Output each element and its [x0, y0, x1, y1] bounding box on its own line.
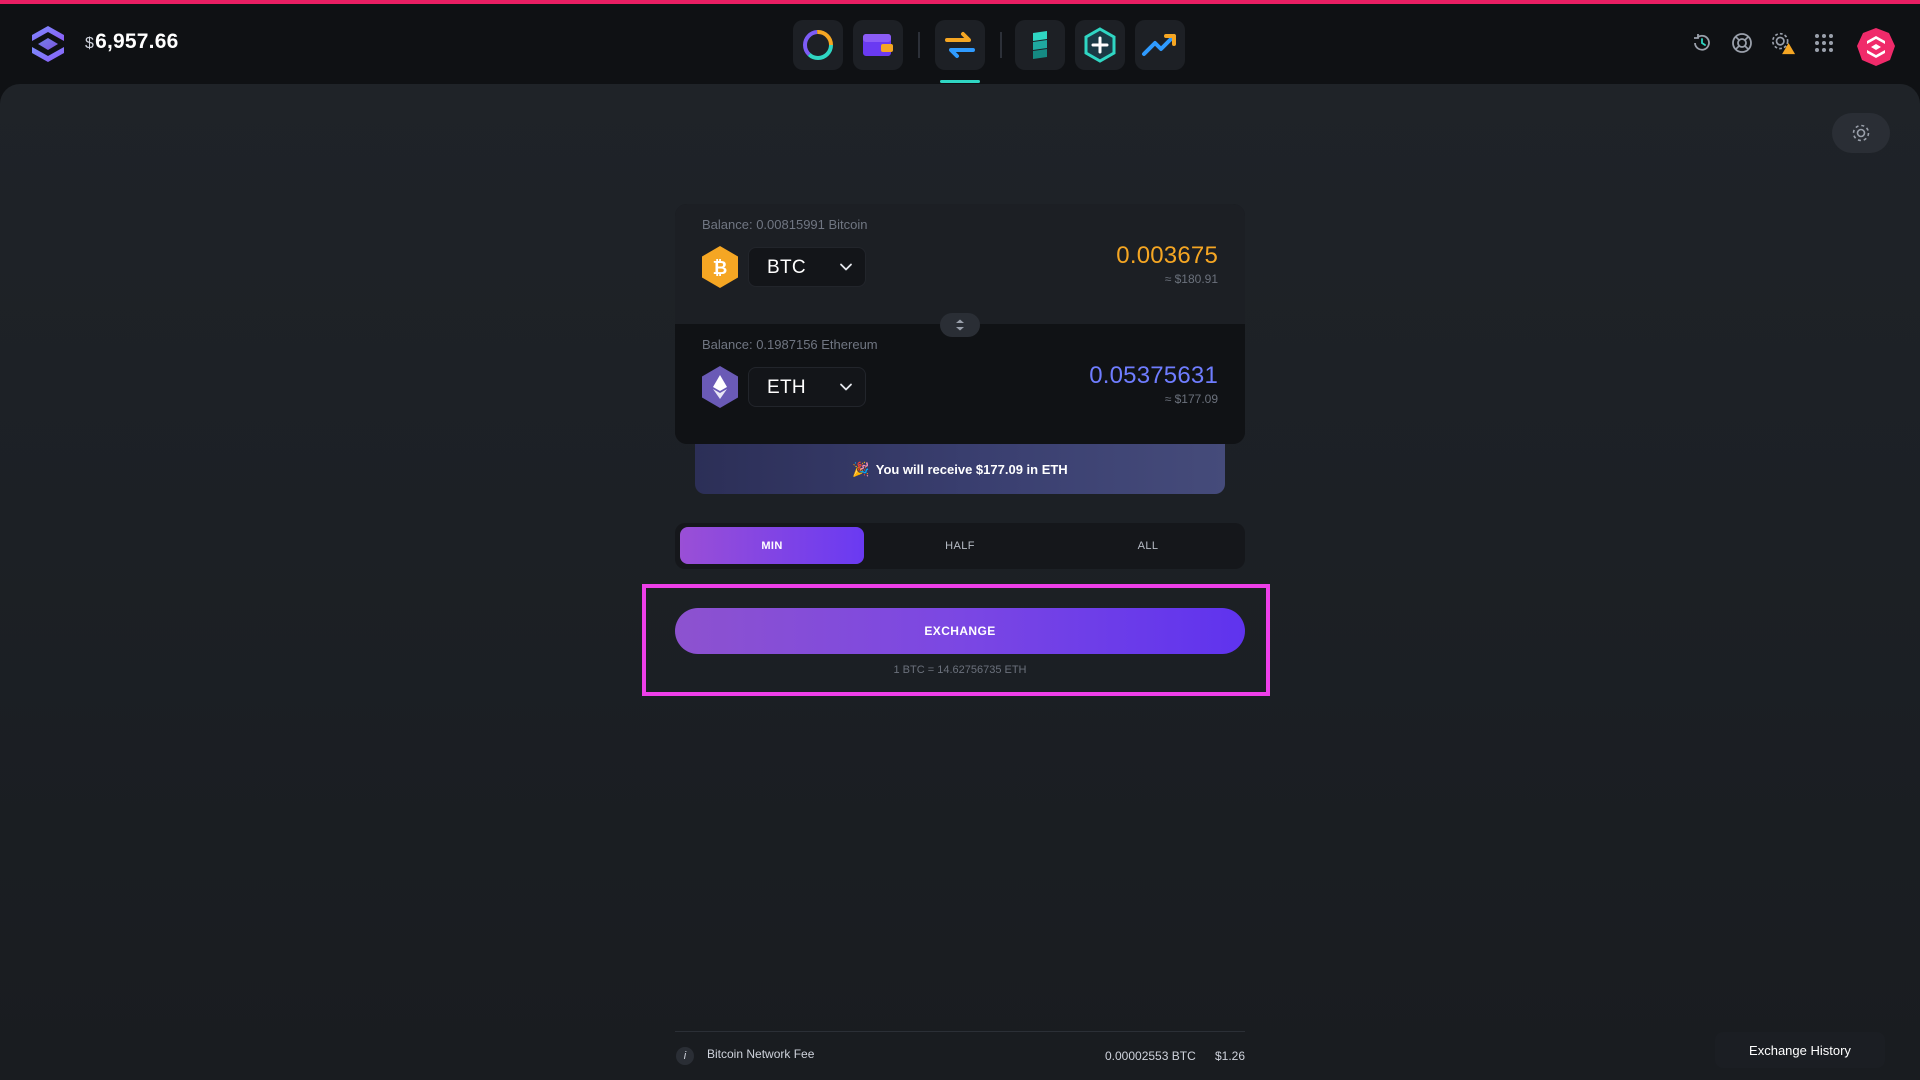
exchange-button[interactable]: EXCHANGE [675, 608, 1245, 654]
chevron-down-icon [840, 383, 852, 391]
all-amount-button[interactable]: ALL [1056, 527, 1240, 564]
network-fee-usd: $1.26 [1215, 1049, 1246, 1063]
from-section: Balance: 0.00815991 Bitcoin ₿ BTC 0.0036… [675, 204, 1245, 324]
nav-divider [1000, 32, 1002, 58]
party-popper-icon: 🎉 [852, 460, 870, 477]
support-icon [1732, 33, 1752, 53]
portfolio-nav-button[interactable] [793, 20, 843, 70]
exchange-rate: 1 BTC = 14.62756735 ETH [893, 664, 1027, 676]
to-balance-label: Balance: 0.1987156 Ethereum [702, 337, 878, 352]
to-amount-input[interactable]: 0.05375631 [1089, 362, 1218, 390]
exchange-settings-button[interactable] [1832, 113, 1890, 153]
support-button[interactable] [1729, 30, 1755, 56]
chevron-down-icon [840, 263, 852, 271]
settings-warning-button[interactable] [1770, 30, 1796, 56]
from-amount-input[interactable]: 0.003675 [1116, 242, 1218, 270]
exchange-history-button[interactable]: Exchange History [1715, 1032, 1885, 1068]
min-amount-button[interactable]: MIN [680, 527, 864, 564]
settings-warning-icon [1771, 32, 1796, 55]
gear-icon [1852, 124, 1870, 142]
trending-nav-button[interactable] [1135, 20, 1185, 70]
amount-preset-selector: MIN HALF ALL [675, 523, 1245, 569]
fee-divider [675, 1031, 1245, 1032]
total-balance-value: 6,957.66 [95, 30, 179, 53]
history-button[interactable] [1689, 30, 1715, 56]
profile-avatar-icon[interactable] [1856, 27, 1896, 67]
svg-text:₿: ₿ [713, 258, 728, 279]
from-balance-label: Balance: 0.00815991 Bitcoin [702, 217, 868, 232]
to-coin-ticker: ETH [767, 377, 806, 398]
portfolio-icon [803, 30, 833, 60]
from-coin-ticker: BTC [767, 257, 806, 278]
wallet-nav-button[interactable] [853, 20, 903, 70]
to-section: Balance: 0.1987156 Ethereum ETH 0.053756… [675, 324, 1245, 444]
exodus-logo-icon[interactable] [28, 24, 68, 64]
to-usd-value: ≈ $177.09 [1164, 392, 1218, 406]
exchange-nav-button[interactable] [935, 20, 985, 70]
info-icon[interactable]: i [676, 1047, 694, 1065]
apps-grid-icon [1815, 34, 1833, 52]
history-icon [1694, 34, 1710, 51]
active-nav-indicator [940, 80, 980, 83]
from-usd-value: ≈ $180.91 [1164, 272, 1218, 286]
exchange-icon [945, 32, 975, 58]
trending-icon [1142, 34, 1176, 56]
staking-icon [1033, 31, 1047, 59]
receive-text: You will receive $177.09 in ETH [875, 461, 1068, 477]
ethereum-icon [702, 366, 738, 408]
wallet-icon [863, 34, 893, 56]
to-coin-selector[interactable]: ETH [748, 367, 866, 407]
apps-grid-button[interactable] [1811, 30, 1837, 56]
network-fee-label: Bitcoin Network Fee [707, 1047, 815, 1061]
half-amount-button[interactable]: HALF [868, 527, 1052, 564]
add-app-nav-button[interactable] [1075, 20, 1125, 70]
add-app-icon [1084, 27, 1116, 63]
network-fee-btc: 0.00002553 BTC [1105, 1049, 1196, 1063]
currency-symbol: $ [85, 35, 95, 52]
staking-nav-button[interactable] [1015, 20, 1065, 70]
bitcoin-icon: ₿ [702, 246, 738, 288]
nav-divider [918, 32, 920, 58]
from-coin-selector[interactable]: BTC [748, 247, 866, 287]
swap-arrows-icon [956, 319, 964, 331]
total-balance: $6,957.66 [85, 30, 178, 54]
receive-banner: 🎉 You will receive $177.09 in ETH [695, 444, 1225, 494]
swap-direction-button[interactable] [940, 313, 980, 337]
